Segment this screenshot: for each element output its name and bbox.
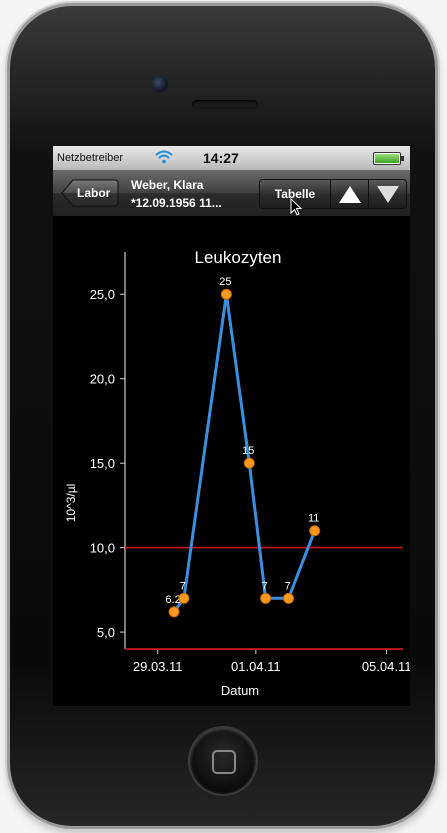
patient-name: Weber, Klara xyxy=(131,178,204,192)
data-label: 15 xyxy=(242,445,254,457)
next-button[interactable] xyxy=(369,180,406,208)
data-label: 7 xyxy=(284,580,290,592)
back-button-label: Labor xyxy=(77,186,111,200)
x-tick-label: 29.03.11 xyxy=(133,659,183,674)
y-tick-label: 25,0 xyxy=(90,287,115,302)
front-camera xyxy=(152,76,168,92)
data-point xyxy=(178,592,190,604)
home-button[interactable] xyxy=(190,728,256,794)
data-point xyxy=(260,592,272,604)
battery-icon xyxy=(373,152,404,165)
data-point xyxy=(283,592,295,604)
navigation-bar: Labor Weber, Klara *12.09.1956 11... Tab… xyxy=(53,170,410,217)
data-label: 11 xyxy=(308,513,319,525)
leukocyte-chart: Leukozyten 10^3/µl Datum 5,0 10,0 15,0 20,0… xyxy=(64,248,410,698)
y-axis-label: 10^3/µl xyxy=(64,484,78,523)
triangle-up-icon xyxy=(339,186,361,203)
data-label: 7 xyxy=(262,580,268,592)
status-time: 14:27 xyxy=(203,150,239,166)
phone-frame: Netzbetreiber 14:27 Labor Weber, Klara *… xyxy=(10,6,435,826)
screen: Netzbetreiber 14:27 Labor Weber, Klara *… xyxy=(53,146,410,706)
earpiece-speaker xyxy=(192,100,258,109)
data-point xyxy=(243,457,255,469)
x-tick-label: 05.04.11 xyxy=(362,659,410,674)
patient-dob: *12.09.1956 11... xyxy=(131,196,222,210)
carrier-name: Netzbetreiber xyxy=(57,152,124,164)
mouse-cursor-icon xyxy=(290,198,303,216)
x-tick-label: 01.04.11 xyxy=(231,659,281,674)
data-point xyxy=(220,288,232,300)
y-tick-label: 5,0 xyxy=(97,625,115,640)
previous-button[interactable] xyxy=(331,180,369,208)
back-button[interactable]: Labor xyxy=(61,179,119,207)
status-bar: Netzbetreiber 14:27 xyxy=(53,146,410,170)
segmented-control: Tabelle xyxy=(259,179,407,209)
y-tick-label: 10,0 xyxy=(90,541,115,556)
data-series: 6.2725157 711 xyxy=(165,276,321,618)
data-label: 25 xyxy=(219,276,231,288)
home-square-icon xyxy=(212,750,236,774)
data-label: 7 xyxy=(180,580,186,592)
y-tick-label: 15,0 xyxy=(90,456,115,471)
data-point xyxy=(309,525,321,537)
x-axis-label: Datum xyxy=(221,683,259,698)
data-point xyxy=(168,606,180,618)
chart-title: Leukozyten xyxy=(195,248,282,267)
data-label: 6.2 xyxy=(165,594,180,606)
y-tick-label: 20,0 xyxy=(90,372,115,387)
triangle-down-icon xyxy=(377,186,399,203)
wifi-icon xyxy=(155,150,173,164)
